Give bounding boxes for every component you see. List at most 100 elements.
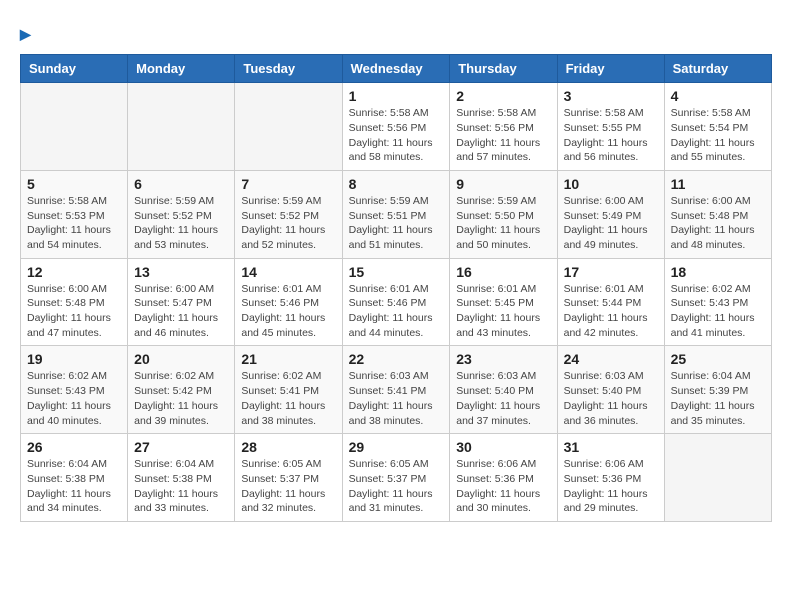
calendar-cell: 6 Sunrise: 5:59 AM Sunset: 5:52 PM Daylig… <box>128 170 235 258</box>
calendar-cell: 26 Sunrise: 6:04 AM Sunset: 5:38 PM Dayli… <box>21 434 128 522</box>
day-number: 31 <box>564 439 658 455</box>
day-number: 1 <box>349 88 444 104</box>
calendar-cell: 1 Sunrise: 5:58 AM Sunset: 5:56 PM Daylig… <box>342 83 450 171</box>
day-info: Sunrise: 6:06 AM Sunset: 5:36 PM Dayligh… <box>456 457 550 516</box>
weekday-header: Monday <box>128 55 235 83</box>
day-info: Sunrise: 6:01 AM Sunset: 5:45 PM Dayligh… <box>456 282 550 341</box>
calendar-cell: 18 Sunrise: 6:02 AM Sunset: 5:43 PM Dayli… <box>664 258 771 346</box>
calendar-cell: 21 Sunrise: 6:02 AM Sunset: 5:41 PM Dayli… <box>235 346 342 434</box>
day-info: Sunrise: 6:03 AM Sunset: 5:40 PM Dayligh… <box>456 369 550 428</box>
day-info: Sunrise: 5:58 AM Sunset: 5:55 PM Dayligh… <box>564 106 658 165</box>
calendar-cell: 27 Sunrise: 6:04 AM Sunset: 5:38 PM Dayli… <box>128 434 235 522</box>
day-info: Sunrise: 5:58 AM Sunset: 5:56 PM Dayligh… <box>456 106 550 165</box>
day-number: 21 <box>241 351 335 367</box>
calendar-week-row: 5 Sunrise: 5:58 AM Sunset: 5:53 PM Daylig… <box>21 170 772 258</box>
day-info: Sunrise: 6:00 AM Sunset: 5:49 PM Dayligh… <box>564 194 658 253</box>
day-number: 9 <box>456 176 550 192</box>
day-number: 24 <box>564 351 658 367</box>
day-info: Sunrise: 6:04 AM Sunset: 5:39 PM Dayligh… <box>671 369 765 428</box>
day-number: 15 <box>349 264 444 280</box>
day-info: Sunrise: 6:03 AM Sunset: 5:41 PM Dayligh… <box>349 369 444 428</box>
calendar-cell: 15 Sunrise: 6:01 AM Sunset: 5:46 PM Dayli… <box>342 258 450 346</box>
day-number: 27 <box>134 439 228 455</box>
calendar-cell: 12Sunrise: 6:00 AM Sunset: 5:48 PM Dayli… <box>21 258 128 346</box>
day-number: 20 <box>134 351 228 367</box>
day-info: Sunrise: 6:02 AM Sunset: 5:43 PM Dayligh… <box>27 369 121 428</box>
calendar-week-row: 1 Sunrise: 5:58 AM Sunset: 5:56 PM Daylig… <box>21 83 772 171</box>
day-info: Sunrise: 6:05 AM Sunset: 5:37 PM Dayligh… <box>241 457 335 516</box>
day-info: Sunrise: 5:58 AM Sunset: 5:53 PM Dayligh… <box>27 194 121 253</box>
weekday-header: Saturday <box>664 55 771 83</box>
day-number: 10 <box>564 176 658 192</box>
calendar-cell: 10 Sunrise: 6:00 AM Sunset: 5:49 PM Dayli… <box>557 170 664 258</box>
weekday-header: Tuesday <box>235 55 342 83</box>
day-info: Sunrise: 6:03 AM Sunset: 5:40 PM Dayligh… <box>564 369 658 428</box>
weekday-header: Sunday <box>21 55 128 83</box>
calendar-cell: 9 Sunrise: 5:59 AM Sunset: 5:50 PM Daylig… <box>450 170 557 258</box>
calendar-cell: 24 Sunrise: 6:03 AM Sunset: 5:40 PM Dayli… <box>557 346 664 434</box>
calendar-cell: 25 Sunrise: 6:04 AM Sunset: 5:39 PM Dayli… <box>664 346 771 434</box>
day-number: 30 <box>456 439 550 455</box>
day-number: 13 <box>134 264 228 280</box>
day-info: Sunrise: 5:59 AM Sunset: 5:50 PM Dayligh… <box>456 194 550 253</box>
day-number: 29 <box>349 439 444 455</box>
calendar-table: SundayMondayTuesdayWednesdayThursdayFrid… <box>20 54 772 522</box>
calendar-cell: 23 Sunrise: 6:03 AM Sunset: 5:40 PM Dayli… <box>450 346 557 434</box>
calendar-cell <box>128 83 235 171</box>
calendar-cell <box>664 434 771 522</box>
day-number: 22 <box>349 351 444 367</box>
calendar-cell: 11Sunrise: 6:00 AM Sunset: 5:48 PM Dayli… <box>664 170 771 258</box>
day-number: 23 <box>456 351 550 367</box>
day-number: 17 <box>564 264 658 280</box>
calendar-week-row: 19 Sunrise: 6:02 AM Sunset: 5:43 PM Dayli… <box>21 346 772 434</box>
day-info: Sunrise: 5:59 AM Sunset: 5:51 PM Dayligh… <box>349 194 444 253</box>
day-info: Sunrise: 6:00 AM Sunset: 5:48 PM Dayligh… <box>27 282 121 341</box>
calendar-cell: 29Sunrise: 6:05 AM Sunset: 5:37 PM Dayli… <box>342 434 450 522</box>
day-number: 5 <box>27 176 121 192</box>
calendar-cell: 7 Sunrise: 5:59 AM Sunset: 5:52 PM Daylig… <box>235 170 342 258</box>
calendar-cell: 13Sunrise: 6:00 AM Sunset: 5:47 PM Dayli… <box>128 258 235 346</box>
day-number: 6 <box>134 176 228 192</box>
calendar-cell: 5 Sunrise: 5:58 AM Sunset: 5:53 PM Daylig… <box>21 170 128 258</box>
day-number: 3 <box>564 88 658 104</box>
weekday-header: Wednesday <box>342 55 450 83</box>
day-info: Sunrise: 6:04 AM Sunset: 5:38 PM Dayligh… <box>134 457 228 516</box>
logo-icon-shape: ▶ <box>20 26 31 42</box>
day-number: 4 <box>671 88 765 104</box>
day-number: 16 <box>456 264 550 280</box>
page-header: ▶ <box>20 20 772 44</box>
day-number: 25 <box>671 351 765 367</box>
calendar-cell <box>235 83 342 171</box>
calendar-cell: 19 Sunrise: 6:02 AM Sunset: 5:43 PM Dayli… <box>21 346 128 434</box>
day-number: 14 <box>241 264 335 280</box>
day-info: Sunrise: 6:02 AM Sunset: 5:42 PM Dayligh… <box>134 369 228 428</box>
weekday-header: Friday <box>557 55 664 83</box>
logo: ▶ <box>20 20 31 44</box>
day-info: Sunrise: 5:59 AM Sunset: 5:52 PM Dayligh… <box>241 194 335 253</box>
day-number: 18 <box>671 264 765 280</box>
day-info: Sunrise: 6:02 AM Sunset: 5:41 PM Dayligh… <box>241 369 335 428</box>
day-number: 7 <box>241 176 335 192</box>
calendar-cell: 4Sunrise: 5:58 AM Sunset: 5:54 PM Daylig… <box>664 83 771 171</box>
day-info: Sunrise: 5:58 AM Sunset: 5:56 PM Dayligh… <box>349 106 444 165</box>
day-info: Sunrise: 6:01 AM Sunset: 5:46 PM Dayligh… <box>241 282 335 341</box>
calendar-cell: 30 Sunrise: 6:06 AM Sunset: 5:36 PM Dayli… <box>450 434 557 522</box>
calendar-cell: 16 Sunrise: 6:01 AM Sunset: 5:45 PM Dayli… <box>450 258 557 346</box>
day-number: 26 <box>27 439 121 455</box>
calendar-cell <box>21 83 128 171</box>
calendar-cell: 14 Sunrise: 6:01 AM Sunset: 5:46 PM Dayli… <box>235 258 342 346</box>
day-info: Sunrise: 6:02 AM Sunset: 5:43 PM Dayligh… <box>671 282 765 341</box>
day-info: Sunrise: 6:06 AM Sunset: 5:36 PM Dayligh… <box>564 457 658 516</box>
day-number: 19 <box>27 351 121 367</box>
day-info: Sunrise: 6:01 AM Sunset: 5:44 PM Dayligh… <box>564 282 658 341</box>
calendar-cell: 8 Sunrise: 5:59 AM Sunset: 5:51 PM Daylig… <box>342 170 450 258</box>
day-info: Sunrise: 6:00 AM Sunset: 5:48 PM Dayligh… <box>671 194 765 253</box>
calendar-header-row: SundayMondayTuesdayWednesdayThursdayFrid… <box>21 55 772 83</box>
calendar-cell: 3 Sunrise: 5:58 AM Sunset: 5:55 PM Daylig… <box>557 83 664 171</box>
calendar-cell: 22 Sunrise: 6:03 AM Sunset: 5:41 PM Dayli… <box>342 346 450 434</box>
day-info: Sunrise: 6:01 AM Sunset: 5:46 PM Dayligh… <box>349 282 444 341</box>
day-info: Sunrise: 6:04 AM Sunset: 5:38 PM Dayligh… <box>27 457 121 516</box>
calendar-week-row: 26 Sunrise: 6:04 AM Sunset: 5:38 PM Dayli… <box>21 434 772 522</box>
day-number: 8 <box>349 176 444 192</box>
day-info: Sunrise: 5:59 AM Sunset: 5:52 PM Dayligh… <box>134 194 228 253</box>
